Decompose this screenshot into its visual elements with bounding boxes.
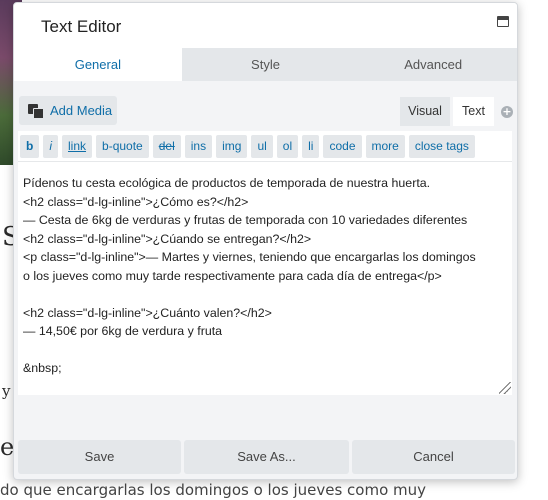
quicktag-blockquote-button[interactable]: b-quote <box>96 134 149 158</box>
text-editor-dialog: Text Editor General Style Advanced Add M… <box>13 2 518 480</box>
editor-toolbar-top: Add Media Visual Text + <box>19 96 513 126</box>
quicktag-ins-button[interactable]: ins <box>184 134 213 158</box>
maximize-icon[interactable] <box>497 16 509 27</box>
quicktags-toolbar: b i link b-quote del ins img ul ol li co… <box>18 131 512 161</box>
quicktag-ol-button[interactable]: ol <box>276 134 299 158</box>
tab-general[interactable]: General <box>14 48 182 81</box>
background-paragraph: do que encargarlas los domingos o los ju… <box>0 481 427 499</box>
content-line: — 14,50€ por 6kg de verdura y fruta <box>23 324 223 338</box>
save-button[interactable]: Save <box>18 440 181 474</box>
quicktag-bold-button[interactable]: b <box>20 134 40 158</box>
resize-handle-icon[interactable] <box>499 382 511 394</box>
content-line <box>23 341 507 360</box>
quicktag-code-button[interactable]: code <box>323 134 362 158</box>
dialog-footer: Save Save As... Cancel <box>14 440 517 474</box>
media-icon <box>28 103 44 119</box>
content-line: — Cesta de 6kg de verduras y frutas de t… <box>23 213 468 227</box>
save-as-button[interactable]: Save As... <box>184 440 349 474</box>
background-text-fragment: y <box>2 382 11 400</box>
tab-visual[interactable]: Visual <box>400 97 450 126</box>
quicktag-close-tags-button[interactable]: close tags <box>408 134 475 158</box>
quicktag-img-button[interactable]: img <box>216 134 248 158</box>
tab-text[interactable]: Text <box>453 97 494 126</box>
content-line: &nbsp; <box>23 361 62 375</box>
quicktag-li-button[interactable]: li <box>302 134 320 158</box>
dialog-titlebar[interactable]: Text Editor <box>14 3 517 48</box>
tab-style[interactable]: Style <box>182 48 350 81</box>
content-line: <h2 class="d-lg-inline">¿Cómo es?</h2> <box>23 194 249 209</box>
add-media-button[interactable]: Add Media <box>19 96 117 125</box>
quicktag-del-button[interactable]: del <box>152 134 181 158</box>
plus-icon[interactable]: + <box>501 106 513 118</box>
content-line: <h2 class="d-lg-inline">¿Cuánto valen?</… <box>23 305 272 320</box>
cancel-button[interactable]: Cancel <box>352 440 515 474</box>
content-textarea[interactable]: Pídenos tu cesta ecológica de productos … <box>18 161 512 395</box>
tab-advanced[interactable]: Advanced <box>349 48 517 81</box>
dialog-title: Text Editor <box>41 17 122 36</box>
content-line: <h2 class="d-lg-inline">¿Cúando se entre… <box>23 231 312 246</box>
quicktag-more-button[interactable]: more <box>365 134 405 158</box>
dialog-tabs: General Style Advanced <box>14 48 517 81</box>
content-line <box>23 285 507 304</box>
quicktag-ul-button[interactable]: ul <box>251 134 273 158</box>
quicktag-italic-button[interactable]: i <box>43 134 59 158</box>
content-line: Pídenos tu cesta ecológica de productos … <box>23 176 431 190</box>
content-line: <p class="d-lg-inline">— Martes y vierne… <box>23 250 476 264</box>
quicktag-link-button[interactable]: link <box>62 134 93 158</box>
content-line: o los jueves como muy tarde respectivame… <box>23 268 442 283</box>
add-media-label: Add Media <box>50 103 113 118</box>
